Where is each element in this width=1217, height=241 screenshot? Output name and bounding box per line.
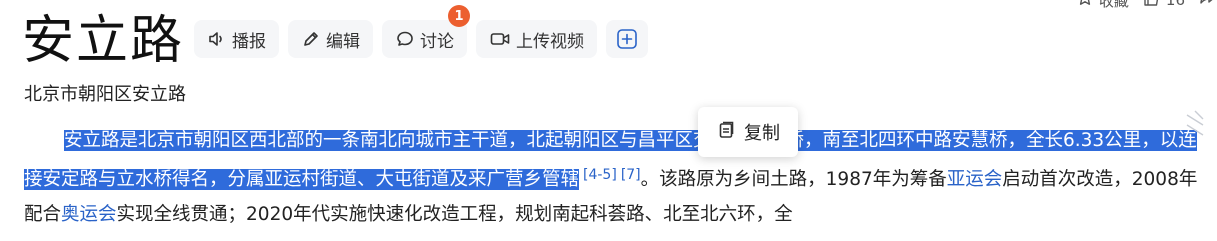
page-title: 安立路 <box>22 11 185 71</box>
star-icon <box>1076 0 1094 11</box>
speaker-icon <box>207 29 227 49</box>
edit-button[interactable]: 编辑 <box>288 20 373 58</box>
entry-toolbar: 播报 编辑 1 讨论 上传视频 <box>194 5 648 58</box>
add-button[interactable] <box>606 20 648 58</box>
share-arrow-icon <box>1199 0 1217 11</box>
link-asian-games[interactable]: 亚运会 <box>947 169 1003 190</box>
thumbs-up-icon <box>1143 0 1161 11</box>
paragraph-text-3: 实现全线贯通；2020年代实施快速化改造工程，规划南起科荟路、北至北六环，全 <box>116 204 793 225</box>
broadcast-label: 播报 <box>232 31 266 52</box>
plus-square-icon <box>616 28 638 50</box>
reference-4-5[interactable]: [4-5] <box>583 167 617 183</box>
copy-button[interactable]: 复制 <box>698 107 798 157</box>
like-button[interactable]: 16 <box>1143 0 1185 11</box>
entry-subtitle: 北京市朝阳区安立路 <box>24 84 186 105</box>
favorite-button[interactable]: 收藏 <box>1076 0 1129 11</box>
favorite-label: 收藏 <box>1098 0 1129 10</box>
copy-icon <box>716 120 736 145</box>
share-button[interactable] <box>1199 0 1217 11</box>
reference-7[interactable]: [7] <box>621 167 641 183</box>
link-olympics[interactable]: 奥运会 <box>61 204 117 225</box>
discuss-count-badge: 1 <box>448 5 470 27</box>
summary-paragraph: 安立路是北京市朝阳区西北部的一条南北向城市主干道，北起朝阳区与昌平区交界的立水桥… <box>24 123 1200 232</box>
copy-label: 复制 <box>744 123 780 144</box>
like-count: 16 <box>1165 0 1185 9</box>
side-tool-icon[interactable] <box>1183 105 1207 149</box>
upload-video-label: 上传视频 <box>516 31 584 52</box>
top-right-actions: 收藏 16 <box>1076 0 1217 10</box>
pencil-icon <box>301 29 321 49</box>
discuss-label: 讨论 <box>420 31 454 52</box>
broadcast-button[interactable]: 播报 <box>194 20 279 58</box>
video-camera-icon <box>489 29 511 49</box>
paragraph-text-1: 。该路原为乡间土路，1987年为筹备 <box>640 169 947 190</box>
discuss-button[interactable]: 1 讨论 <box>382 5 470 58</box>
edit-label: 编辑 <box>326 31 360 52</box>
chat-bubble-icon <box>395 29 415 49</box>
upload-video-button[interactable]: 上传视频 <box>476 20 597 58</box>
